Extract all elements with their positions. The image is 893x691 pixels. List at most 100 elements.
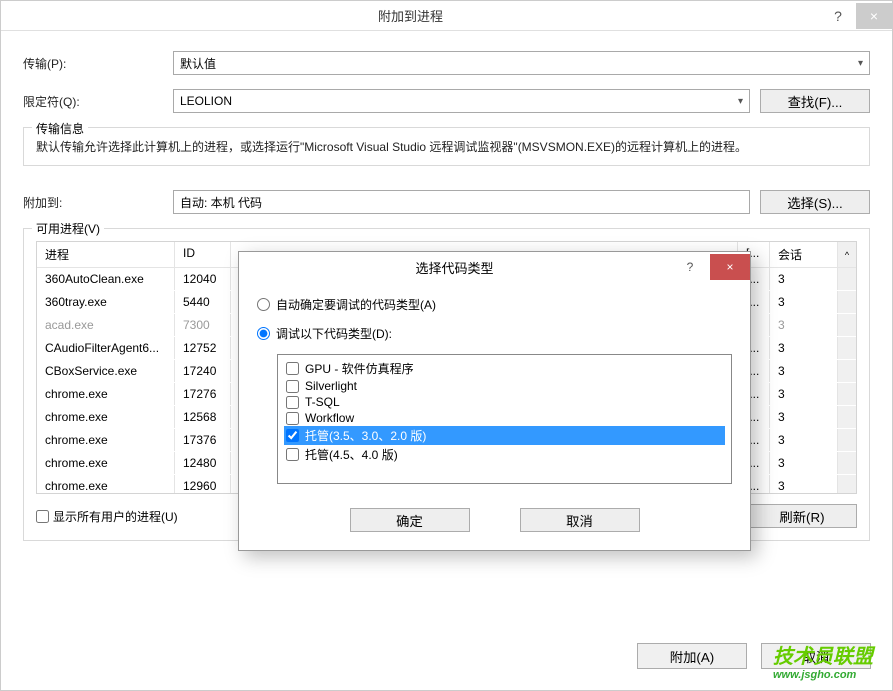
cell-session: 3: [770, 360, 838, 382]
cell-process: 360AutoClean.exe: [37, 268, 175, 290]
auto-detect-radio[interactable]: 自动确定要调试的代码类型(A): [257, 296, 732, 313]
cell-id: 12480: [175, 452, 231, 474]
cell-id: 12040: [175, 268, 231, 290]
cell-session: 3: [770, 383, 838, 405]
attachto-value: 自动: 本机 代码: [180, 194, 262, 211]
scrollbar-track[interactable]: [838, 452, 856, 474]
show-all-users-checkbox[interactable]: 显示所有用户的进程(U): [36, 508, 178, 525]
scrollbar-track[interactable]: [838, 383, 856, 405]
code-type-label: Silverlight: [305, 379, 357, 393]
code-type-label: Workflow: [305, 411, 354, 425]
cell-process: chrome.exe: [37, 406, 175, 428]
cell-process: chrome.exe: [37, 452, 175, 474]
select-code-type-dialog: 选择代码类型 ? × 自动确定要调试的代码类型(A) 调试以下代码类型(D): …: [238, 251, 751, 551]
modal-close-icon[interactable]: ×: [710, 254, 750, 280]
col-id[interactable]: ID: [175, 242, 231, 267]
cell-id: 7300: [175, 314, 231, 336]
code-type-label: GPU - 软件仿真程序: [305, 360, 414, 377]
scroll-up-icon[interactable]: ^: [838, 242, 856, 267]
code-type-list[interactable]: GPU - 软件仿真程序 Silverlight T-SQL Workflow 托管(3…: [277, 354, 732, 484]
scrollbar-track[interactable]: [838, 475, 856, 493]
list-item[interactable]: Silverlight: [284, 378, 725, 394]
show-all-label: 显示所有用户的进程(U): [53, 508, 178, 525]
modal-cancel-button[interactable]: 取消: [520, 508, 640, 532]
list-item[interactable]: T-SQL: [284, 394, 725, 410]
chevron-down-icon: ▾: [858, 58, 863, 69]
code-type-checkbox[interactable]: [286, 362, 299, 375]
cell-session: 3: [770, 337, 838, 359]
scrollbar-track[interactable]: [838, 337, 856, 359]
scrollbar-track[interactable]: [838, 291, 856, 313]
cell-process: chrome.exe: [37, 383, 175, 405]
auto-radio-label: 自动确定要调试的代码类型(A): [276, 296, 436, 313]
cell-id: 12960: [175, 475, 231, 493]
find-button[interactable]: 查找(F)...: [760, 89, 870, 113]
process-list-legend: 可用进程(V): [32, 220, 104, 237]
close-icon[interactable]: ×: [856, 3, 892, 29]
cell-session: 3: [770, 314, 838, 336]
transport-info-legend: 传输信息: [32, 120, 88, 137]
cell-process: acad.exe: [37, 314, 175, 336]
scrollbar-track[interactable]: [838, 406, 856, 428]
qualifier-combobox[interactable]: LEOLION ▾: [173, 89, 750, 113]
qualifier-value: LEOLION: [180, 94, 232, 108]
refresh-button[interactable]: 刷新(R): [747, 504, 857, 528]
qualifier-label: 限定符(Q):: [23, 93, 173, 110]
debug-radio-label: 调试以下代码类型(D):: [276, 325, 392, 342]
cell-id: 17240: [175, 360, 231, 382]
select-button[interactable]: 选择(S)...: [760, 190, 870, 214]
scrollbar-track[interactable]: [838, 429, 856, 451]
code-type-checkbox[interactable]: [286, 412, 299, 425]
transport-value: 默认值: [180, 55, 216, 72]
attachto-field: 自动: 本机 代码: [173, 190, 750, 214]
cancel-button[interactable]: 取消: [761, 643, 871, 669]
code-type-label: 托管(4.5、4.0 版): [305, 446, 398, 463]
code-type-label: 托管(3.5、3.0、2.0 版): [305, 427, 426, 444]
code-type-checkbox[interactable]: [286, 396, 299, 409]
code-type-label: T-SQL: [305, 395, 340, 409]
modal-title: 选择代码类型: [239, 258, 670, 277]
cell-id: 12752: [175, 337, 231, 359]
list-item[interactable]: 托管(4.5、4.0 版): [284, 445, 725, 464]
modal-help-icon[interactable]: ?: [670, 254, 710, 280]
cell-session: 3: [770, 406, 838, 428]
col-session[interactable]: 会话: [770, 242, 838, 267]
auto-radio-input[interactable]: [257, 298, 270, 311]
list-item[interactable]: Workflow: [284, 410, 725, 426]
transport-info-text: 默认传输允许选择此计算机上的进程，或选择运行"Microsoft Visual …: [36, 138, 857, 155]
cell-id: 5440: [175, 291, 231, 313]
cell-id: 17376: [175, 429, 231, 451]
cell-process: CAudioFilterAgent6...: [37, 337, 175, 359]
chevron-down-icon: ▾: [738, 96, 743, 107]
ok-button[interactable]: 确定: [350, 508, 470, 532]
cell-session: 3: [770, 475, 838, 493]
show-all-checkbox-input[interactable]: [36, 510, 49, 523]
list-item[interactable]: GPU - 软件仿真程序: [284, 359, 725, 378]
transport-label: 传输(P):: [23, 55, 173, 72]
scrollbar-track[interactable]: [838, 360, 856, 382]
transport-combobox[interactable]: 默认值 ▾: [173, 51, 870, 75]
attachto-label: 附加到:: [23, 194, 173, 211]
code-type-checkbox[interactable]: [286, 429, 299, 442]
attach-button[interactable]: 附加(A): [637, 643, 747, 669]
cell-session: 3: [770, 291, 838, 313]
list-item[interactable]: 托管(3.5、3.0、2.0 版): [284, 426, 725, 445]
cell-process: CBoxService.exe: [37, 360, 175, 382]
cell-process: chrome.exe: [37, 429, 175, 451]
code-type-checkbox[interactable]: [286, 448, 299, 461]
debug-types-radio[interactable]: 调试以下代码类型(D):: [257, 325, 732, 342]
cell-session: 3: [770, 452, 838, 474]
cell-process: chrome.exe: [37, 475, 175, 493]
cell-session: 3: [770, 429, 838, 451]
scrollbar-track[interactable]: [838, 314, 856, 336]
cell-id: 17276: [175, 383, 231, 405]
help-icon[interactable]: ?: [820, 3, 856, 29]
main-titlebar: 附加到进程 ? ×: [1, 1, 892, 31]
scrollbar-track[interactable]: [838, 268, 856, 290]
window-title: 附加到进程: [1, 6, 820, 25]
col-process[interactable]: 进程: [37, 242, 175, 267]
code-type-checkbox[interactable]: [286, 380, 299, 393]
cell-process: 360tray.exe: [37, 291, 175, 313]
debug-radio-input[interactable]: [257, 327, 270, 340]
transport-info-group: 传输信息 默认传输允许选择此计算机上的进程，或选择运行"Microsoft Vi…: [23, 127, 870, 166]
